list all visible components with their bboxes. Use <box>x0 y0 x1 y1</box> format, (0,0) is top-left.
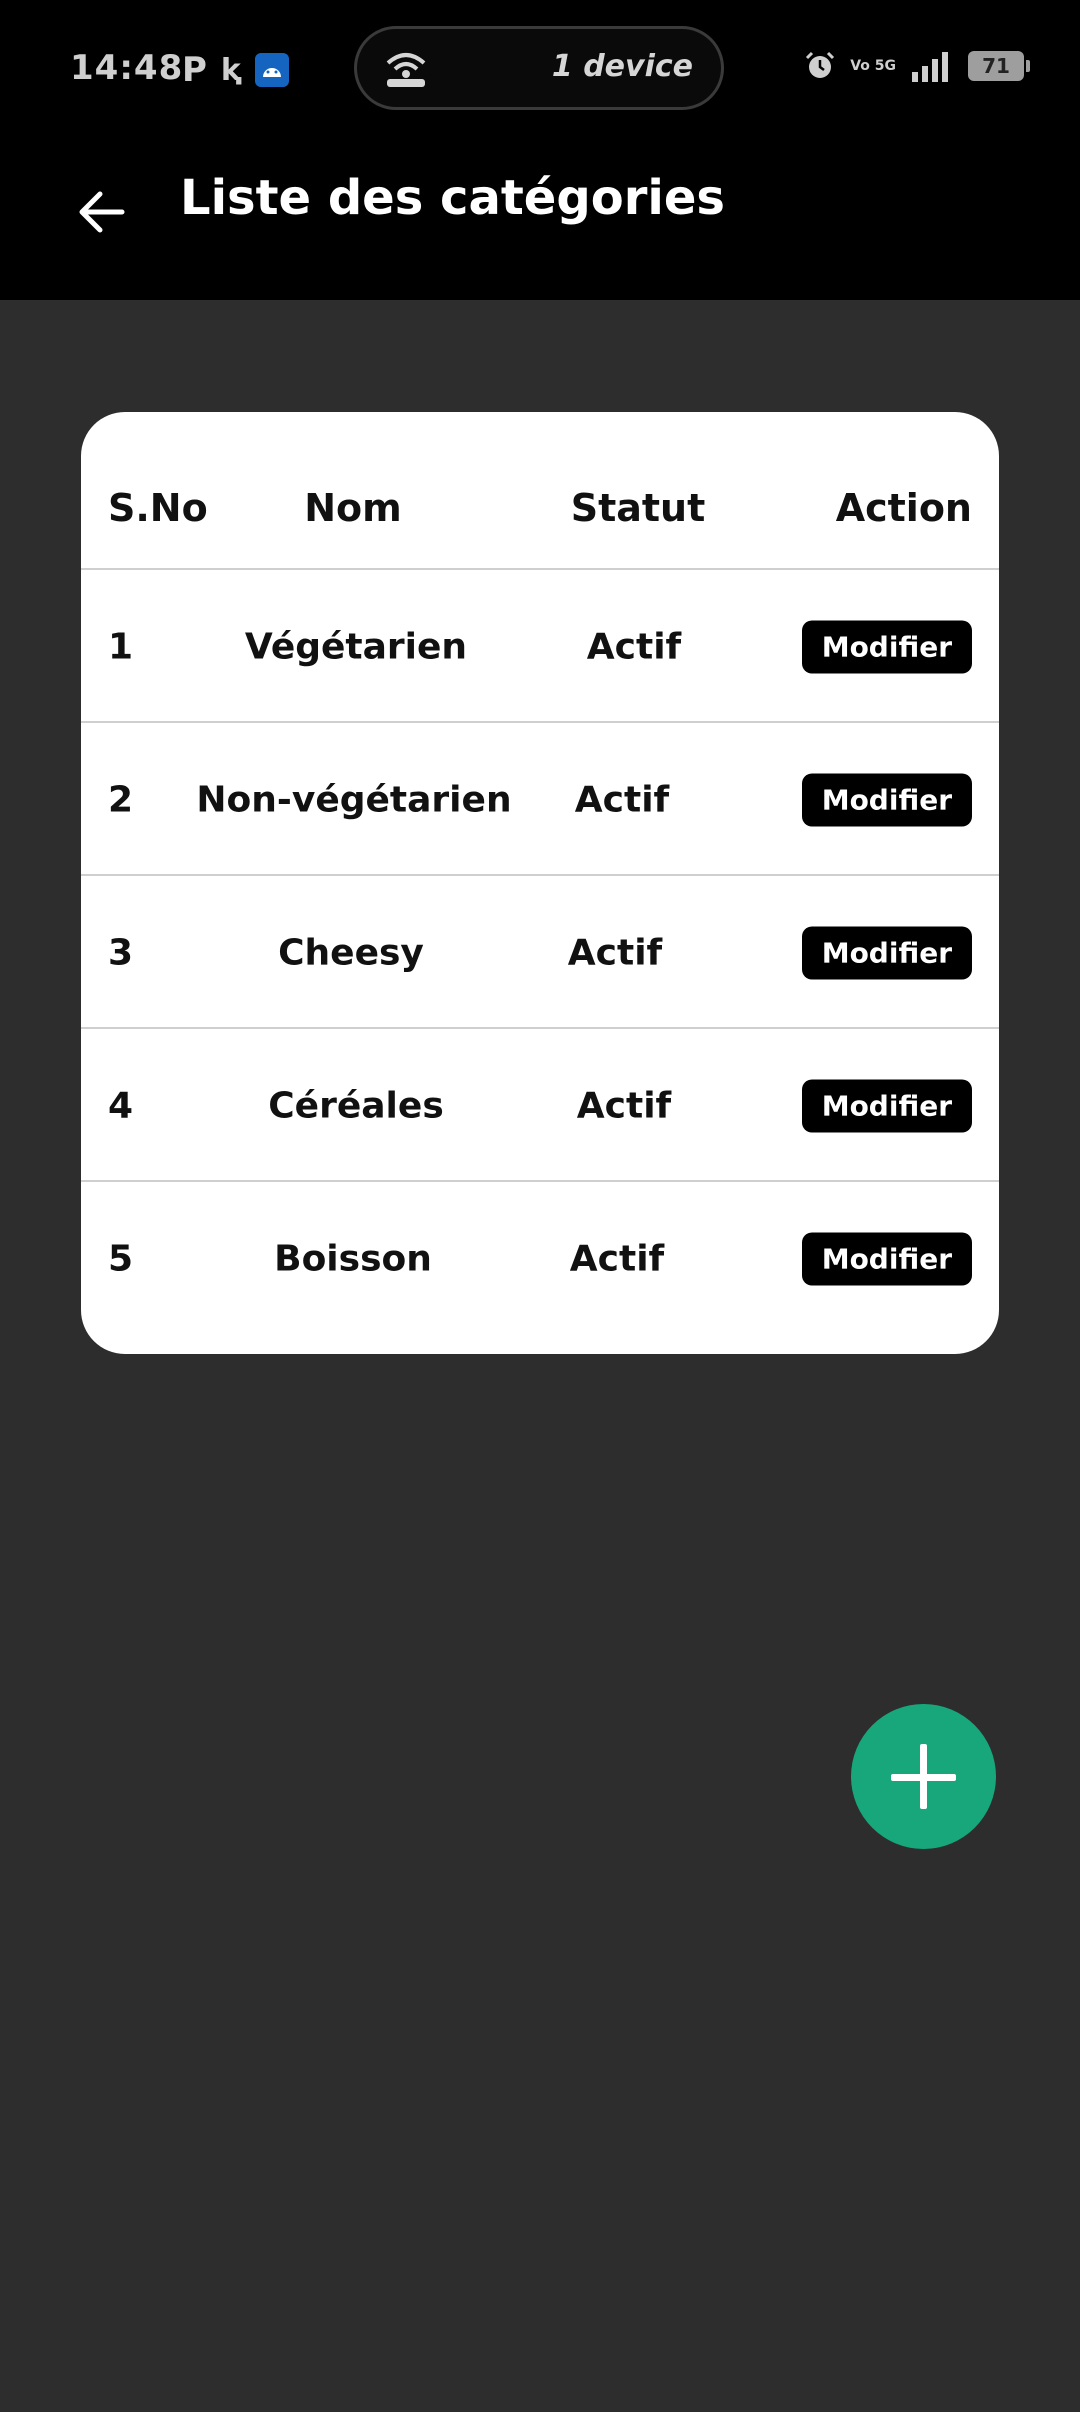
row-number: 1 <box>108 626 134 667</box>
battery-icon: 71 <box>968 51 1030 81</box>
table-row: 2 Non-végétarien Actif Modifier <box>81 723 999 876</box>
connection-pill[interactable]: 1 device <box>354 26 724 110</box>
add-category-button[interactable] <box>851 1704 996 1849</box>
header-action: Action <box>835 486 972 530</box>
row-name: Cheesy <box>278 932 424 973</box>
header-sno: S.No <box>108 486 208 530</box>
k-icon: ⱪ <box>220 52 241 88</box>
modifier-button[interactable]: Modifier <box>801 773 972 826</box>
modifier-button[interactable]: Modifier <box>801 1232 972 1285</box>
row-status: Actif <box>574 779 670 820</box>
hotspot-icon <box>386 53 426 87</box>
table-row: 1 Végétarien Actif Modifier <box>81 570 999 723</box>
modifier-button[interactable]: Modifier <box>801 926 972 979</box>
arrow-left-icon[interactable] <box>72 182 132 242</box>
modifier-button[interactable]: Modifier <box>801 1079 972 1132</box>
clock: 14:48 <box>70 48 184 88</box>
row-number: 5 <box>108 1238 134 1279</box>
row-number: 2 <box>108 779 134 820</box>
status-bar: 14:48 P ⱪ 1 device Vo 5G 71 <box>0 0 1080 140</box>
android-icon <box>254 53 289 87</box>
row-name: Non-végétarien <box>196 779 512 820</box>
table-row: 5 Boisson Actif Modifier <box>81 1182 999 1335</box>
row-name: Végétarien <box>244 626 468 667</box>
header-statut: Statut <box>570 486 706 530</box>
modifier-button[interactable]: Modifier <box>801 620 972 673</box>
table-header: S.No Nom Statut Action <box>81 412 999 570</box>
row-name: Céréales <box>268 1085 444 1126</box>
row-status: Actif <box>586 626 682 667</box>
app-bar: Liste des catégories <box>0 140 1080 300</box>
row-status: Actif <box>569 1238 665 1279</box>
signal-icon <box>912 52 948 82</box>
row-name: Boisson <box>274 1238 432 1279</box>
table-row: 3 Cheesy Actif Modifier <box>81 876 999 1029</box>
system-icons: Vo 5G 71 <box>804 50 1030 82</box>
row-number: 4 <box>108 1085 134 1126</box>
table-row: 4 Céréales Actif Modifier <box>81 1029 999 1182</box>
header-nom: Nom <box>304 486 402 530</box>
device-count: 1 device <box>551 49 693 84</box>
row-status: Actif <box>576 1085 672 1126</box>
p-icon: P <box>182 50 207 90</box>
category-table: S.No Nom Statut Action 1 Végétarien Acti… <box>81 412 999 1354</box>
row-number: 3 <box>108 932 134 973</box>
volte-icon: Vo 5G <box>850 58 896 74</box>
alarm-icon <box>806 51 835 78</box>
row-status: Actif <box>567 932 663 973</box>
notification-icons: P ⱪ <box>182 50 289 90</box>
page-title: Liste des catégories <box>180 170 725 226</box>
